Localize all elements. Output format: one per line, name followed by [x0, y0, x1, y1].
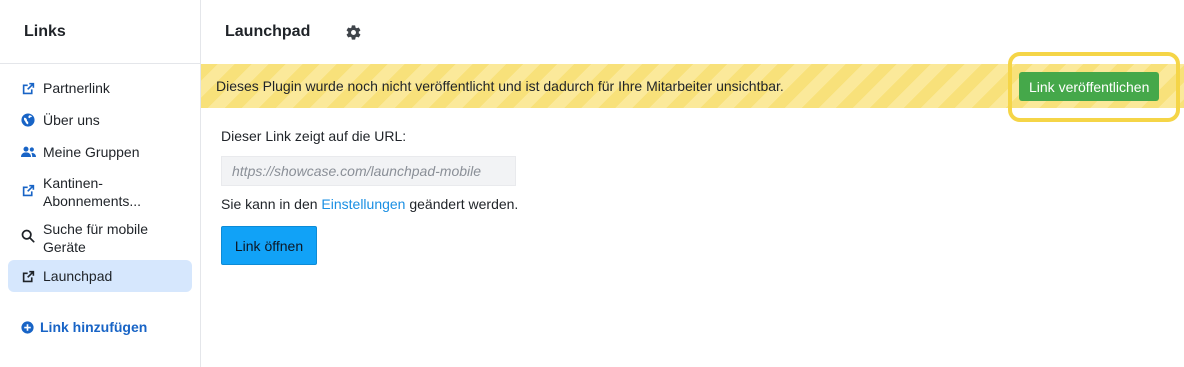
add-link-button[interactable]: Link hinzufügen: [20, 319, 147, 335]
settings-link[interactable]: Einstellungen: [321, 196, 405, 212]
globe-icon: [20, 112, 36, 128]
sidebar-item-label: Meine Gruppen: [43, 144, 140, 160]
search-icon: [20, 228, 36, 244]
url-field: https://showcase.com/launchpad-mobile: [221, 156, 516, 186]
settings-hint: Sie kann in den Einstellungen geändert w…: [221, 196, 518, 212]
unpublished-banner: Dieses Plugin wurde noch nicht veröffent…: [201, 52, 1184, 122]
sidebar-title: Links: [0, 0, 200, 64]
gear-icon[interactable]: [344, 23, 362, 41]
sidebar-item-meine-gruppen[interactable]: Meine Gruppen: [8, 136, 192, 168]
content: Dieser Link zeigt auf die URL: https://s…: [221, 128, 518, 265]
open-link-button[interactable]: Link öffnen: [221, 226, 317, 265]
header: Launchpad: [201, 0, 1184, 64]
banner-text: Dieses Plugin wurde noch nicht veröffent…: [216, 78, 784, 94]
sidebar-item-ueber-uns[interactable]: Über uns: [8, 104, 192, 136]
page-title: Launchpad: [225, 23, 311, 40]
url-label: Dieser Link zeigt auf die URL:: [221, 128, 407, 144]
sidebar-item-label: Launchpad: [43, 268, 113, 284]
sidebar-item-label: Kantinen- Abonnements...: [43, 175, 142, 209]
external-link-icon: [20, 268, 36, 284]
sidebar-item-label: Partnerlink: [43, 80, 110, 96]
group-icon: [20, 144, 36, 160]
sidebar-item-suche-mobile[interactable]: Suche für mobile Geräte: [8, 214, 192, 260]
settings-hint-prefix: Sie kann in den: [221, 196, 322, 212]
sidebar-item-launchpad[interactable]: Launchpad: [8, 260, 192, 292]
sidebar-item-label: Suche für mobile Geräte: [43, 221, 149, 255]
external-link-icon: [20, 182, 36, 198]
external-link-icon: [20, 80, 36, 96]
plus-circle-icon: [20, 320, 34, 334]
sidebar-item-kantinen-abonnements[interactable]: Kantinen- Abonnements...: [8, 168, 192, 214]
settings-hint-suffix: geändert werden.: [405, 196, 519, 212]
sidebar-item-label: Über uns: [43, 112, 100, 128]
sidebar-list: Partnerlink Über uns Meine Gruppen Kanti…: [0, 64, 200, 292]
sidebar-item-partnerlink[interactable]: Partnerlink: [8, 72, 192, 104]
sidebar: Links Partnerlink Über uns Meine Gruppen: [0, 0, 201, 367]
main-panel: Launchpad Dieses Plugin wurde noch nicht…: [201, 0, 1184, 367]
add-link-label: Link hinzufügen: [40, 319, 148, 335]
publish-link-button[interactable]: Link veröffentlichen: [1019, 72, 1160, 101]
